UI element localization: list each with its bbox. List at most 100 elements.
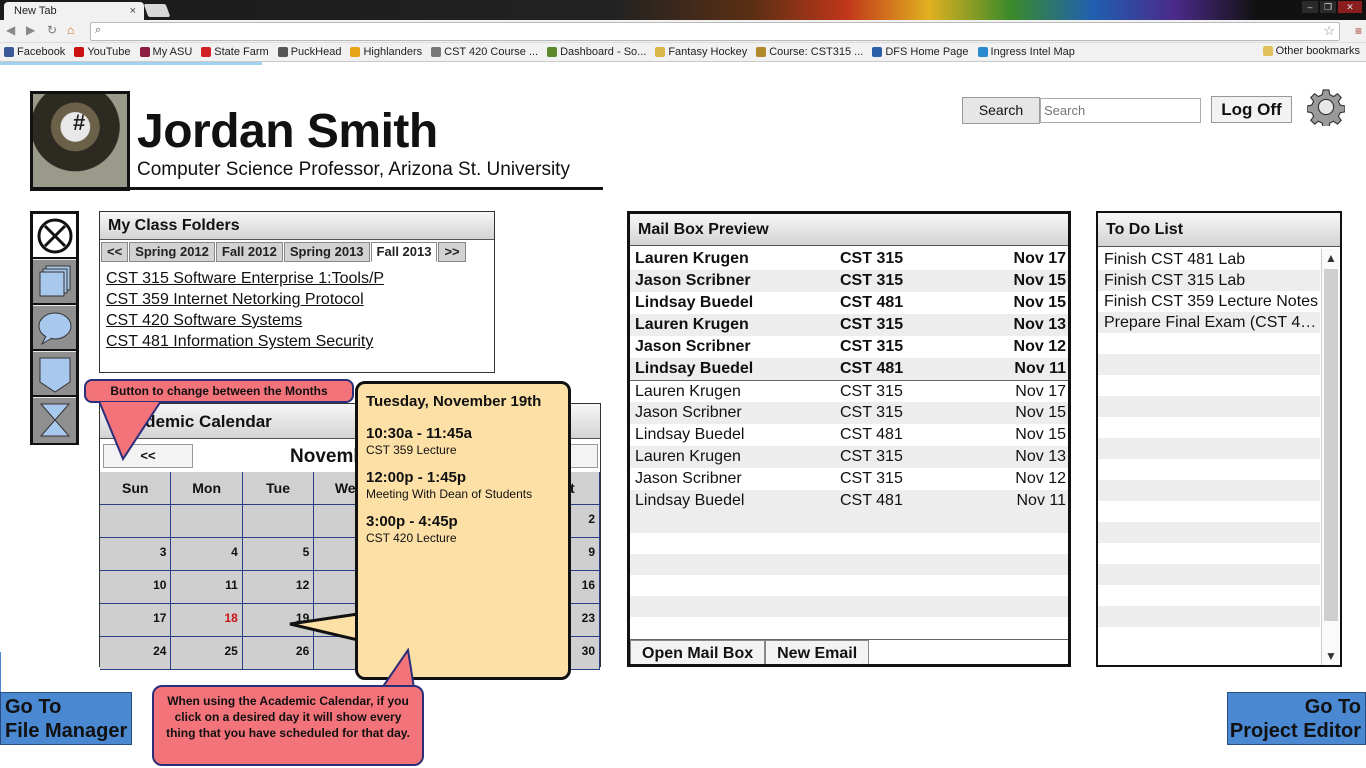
todo-scrollbar[interactable]: ▲ ▼ (1321, 249, 1340, 665)
calendar-day[interactable] (171, 505, 243, 538)
calendar-day[interactable]: 4 (171, 538, 243, 571)
bookmark-item[interactable]: PuckHead (277, 46, 341, 58)
semester-tab[interactable]: Fall 2012 (215, 242, 283, 262)
strip-bookmark[interactable] (33, 352, 76, 397)
tab-close-icon[interactable]: × (130, 2, 136, 20)
reload-icon[interactable]: ↻ (47, 23, 57, 37)
mail-course: CST 481 (840, 426, 903, 443)
class-folder-link[interactable]: CST 315 Software Enterprise 1:Tools/P (106, 268, 384, 289)
class-folders-panel: My Class Folders << Spring 2012 Fall 2012 S… (99, 211, 495, 373)
calendar-day[interactable]: 11 (171, 571, 243, 604)
star-icon[interactable]: ☆ (1323, 23, 1335, 39)
mail-row[interactable]: Jason Scribner CST 315 Nov 12 (630, 336, 1068, 358)
semester-tab[interactable]: << (101, 242, 129, 262)
calendar-day[interactable]: 3 (100, 538, 172, 571)
profile-title: Computer Science Professor, Arizona St. … (137, 159, 570, 180)
semester-tab[interactable]: >> (438, 242, 466, 262)
other-bookmarks[interactable]: Other bookmarks (1262, 45, 1360, 57)
bookmark-item[interactable]: Course: CST315 ... (756, 46, 863, 58)
mail-row[interactable]: Lindsay Buedel CST 481 Nov 11 (630, 358, 1068, 380)
mail-course: CST 315 (840, 272, 904, 289)
bookmark-icon (977, 47, 988, 57)
restore-icon[interactable]: ❐ (1320, 1, 1336, 13)
todo-item[interactable]: Finish CST 359 Lecture Notes (1098, 291, 1320, 312)
bookmark-item[interactable]: Highlanders (350, 46, 422, 58)
folders-title: My Class Folders (100, 212, 494, 240)
strip-chat[interactable] (33, 306, 76, 351)
bookmark-item[interactable]: CST 420 Course ... (431, 46, 538, 58)
popup-pointer (289, 612, 360, 642)
minimize-icon[interactable]: – (1302, 1, 1318, 13)
goto-file-manager-button[interactable]: Go To File Manager (0, 692, 132, 745)
mail-row[interactable]: Lauren Krugen CST 315 Nov 17 (630, 380, 1068, 402)
todo-item[interactable]: Finish CST 481 Lab (1098, 249, 1320, 270)
search-input[interactable] (1040, 98, 1201, 123)
mail-row[interactable]: Lauren Krugen CST 315 Nov 13 (630, 314, 1068, 336)
calendar-day[interactable]: 25 (171, 637, 243, 670)
event-description: Meeting With Dean of Students (366, 487, 533, 501)
mail-course: CST 481 (840, 360, 904, 377)
logoff-button[interactable]: Log Off (1211, 96, 1292, 123)
calendar-day[interactable]: 18 (171, 604, 243, 637)
mail-row[interactable]: Jason Scribner CST 315 Nov 12 (630, 468, 1068, 490)
goto-project-editor-button[interactable]: Go To Project Editor (1227, 692, 1366, 745)
forward-icon[interactable]: ▶ (26, 23, 35, 37)
window-close-icon[interactable]: ✕ (1338, 1, 1362, 13)
calendar-day[interactable]: 10 (100, 571, 172, 604)
semester-tab[interactable]: Spring 2013 (283, 242, 370, 262)
new-email-button[interactable]: New Email (765, 640, 870, 664)
gear-icon[interactable] (1307, 88, 1345, 126)
mail-row[interactable]: Lindsay Buedel CST 481 Nov 15 (630, 424, 1068, 446)
browser-tab[interactable]: New Tab × (4, 2, 144, 20)
bookmark-item[interactable]: DFS Home Page (872, 46, 969, 58)
close-circle-icon (37, 218, 73, 254)
mail-row[interactable]: Jason Scribner CST 315 Nov 15 (630, 402, 1068, 424)
calendar-day[interactable]: 24 (100, 637, 172, 670)
class-folder-link[interactable]: CST 420 Software Systems (106, 310, 384, 331)
todo-list-panel: To Do List Finish CST 481 Lab Finish CST … (1096, 211, 1342, 667)
calendar-day[interactable] (242, 505, 315, 538)
calendar-day[interactable] (100, 505, 172, 538)
semester-tab[interactable]: Spring 2012 (129, 242, 215, 262)
home-icon[interactable]: ⌂ (67, 23, 74, 37)
bookmark-item[interactable]: My ASU (139, 46, 192, 58)
bookmark-item[interactable]: Fantasy Hockey (655, 46, 747, 58)
bookmark-item[interactable]: Ingress Intel Map (977, 46, 1075, 58)
mail-row[interactable]: Lauren Krugen CST 315 Nov 17 (630, 248, 1068, 270)
mail-date: Nov 11 (1014, 360, 1066, 377)
calendar-day[interactable]: 17 (100, 604, 172, 637)
bookmark-item[interactable]: Dashboard - So... (547, 46, 646, 58)
class-folder-link[interactable]: CST 481 Information System Security (106, 331, 384, 352)
todo-item[interactable]: Finish CST 315 Lab (1098, 270, 1320, 291)
mail-row-empty (630, 596, 1068, 617)
bookmark-label: Facebook (17, 46, 66, 58)
bookmark-item[interactable]: YouTube (74, 46, 131, 58)
calendar-day[interactable]: 5 (242, 538, 315, 571)
window-controls: – ❐ ✕ (1302, 1, 1362, 13)
semester-tab[interactable]: Fall 2013 (370, 242, 438, 262)
back-icon[interactable]: ◀ (6, 23, 15, 37)
scroll-down-icon[interactable]: ▼ (1325, 649, 1337, 663)
class-folder-link[interactable]: CST 359 Internet Netorking Protocol (106, 289, 384, 310)
scroll-up-icon[interactable]: ▲ (1325, 251, 1337, 265)
strip-pages[interactable] (33, 260, 76, 305)
mail-row[interactable]: Jason Scribner CST 315 Nov 15 (630, 270, 1068, 292)
mail-date: Nov 17 (1013, 250, 1066, 267)
open-mailbox-button[interactable]: Open Mail Box (630, 640, 766, 664)
mail-row[interactable]: Lindsay Buedel CST 481 Nov 15 (630, 292, 1068, 314)
bookmark-icon (655, 47, 666, 57)
weekday-header: Tue (242, 472, 315, 505)
new-tab-button[interactable] (143, 4, 171, 17)
strip-timer[interactable] (33, 398, 76, 443)
mail-row[interactable]: Lindsay Buedel CST 481 Nov 11 (630, 490, 1068, 512)
address-bar[interactable]: ⌕ ☆ (90, 22, 1340, 41)
calendar-day[interactable]: 12 (242, 571, 315, 604)
todo-item[interactable]: Prepare Final Exam (CST 481) (1098, 312, 1320, 333)
strip-close[interactable] (33, 214, 76, 259)
search-button[interactable]: Search (962, 97, 1040, 124)
menu-icon[interactable]: ≡ (1355, 24, 1362, 38)
bookmark-item[interactable]: Facebook (4, 46, 65, 58)
bookmark-item[interactable]: State Farm (201, 46, 269, 58)
mail-row[interactable]: Lauren Krugen CST 315 Nov 13 (630, 446, 1068, 468)
scrollbar-thumb[interactable] (1324, 269, 1338, 621)
